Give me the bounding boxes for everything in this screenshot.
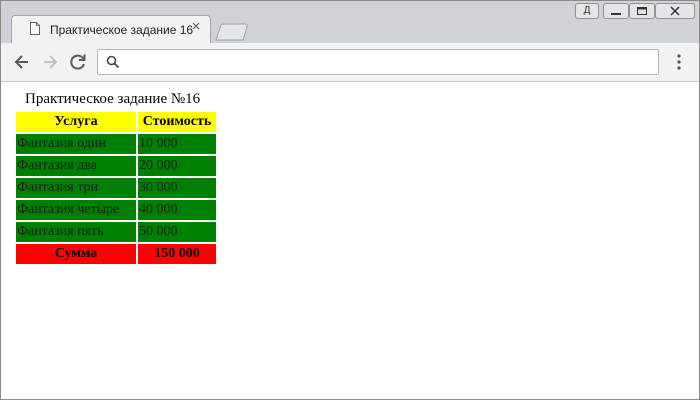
minimize-button[interactable]: [603, 3, 629, 19]
kebab-menu-icon[interactable]: [671, 53, 687, 71]
forward-arrow-icon[interactable]: [39, 51, 61, 73]
tab-title: Практическое задание 16: [50, 23, 194, 37]
cost-cell: 10 000: [138, 134, 216, 154]
price-table: Услуга Стоимость Фантазия один 10 000 Фа…: [14, 110, 218, 266]
address-input[interactable]: [126, 52, 646, 72]
profile-badge: Д: [583, 5, 591, 16]
cost-cell: 50 000: [138, 222, 216, 242]
minimize-icon: [611, 13, 621, 15]
new-tab-button[interactable]: [215, 23, 249, 41]
browser-window: Практическое задание 16 × Д Практическое…: [0, 0, 700, 400]
table-total-row: Сумма 150 000: [16, 244, 216, 264]
service-cell: Фантазия четыре: [16, 200, 136, 220]
maximize-button[interactable]: [629, 3, 655, 19]
table-header-row: Услуга Стоимость: [16, 112, 216, 132]
maximize-icon: [637, 7, 647, 15]
table-row: Фантазия пять 50 000: [16, 222, 216, 242]
table-row: Фантазия три 30 000: [16, 178, 216, 198]
reload-icon[interactable]: [67, 51, 89, 73]
cost-cell: 20 000: [138, 156, 216, 176]
page-icon: [30, 22, 40, 35]
close-icon[interactable]: ×: [188, 19, 204, 35]
table-row: Фантазия четыре 40 000: [16, 200, 216, 220]
service-cell: Фантазия пять: [16, 222, 136, 242]
profile-button[interactable]: Д: [575, 3, 599, 19]
search-icon: [106, 55, 120, 69]
cost-cell: 40 000: [138, 200, 216, 220]
page-content: Практическое задание №16 Услуга Стоимост…: [1, 82, 699, 399]
close-window-button[interactable]: [655, 3, 695, 19]
service-cell: Фантазия три: [16, 178, 136, 198]
tab-strip: Практическое задание 16 × Д: [1, 1, 699, 43]
table-row: Фантазия один 10 000: [16, 134, 216, 154]
back-arrow-icon[interactable]: [11, 51, 33, 73]
cost-cell: 30 000: [138, 178, 216, 198]
address-bar[interactable]: [97, 49, 659, 75]
header-cost: Стоимость: [138, 112, 216, 132]
table-row: Фантазия два 20 000: [16, 156, 216, 176]
total-value: 150 000: [138, 244, 216, 264]
page-heading: Практическое задание №16: [25, 91, 201, 107]
header-service: Услуга: [16, 112, 136, 132]
close-window-icon: [670, 6, 680, 16]
service-cell: Фантазия один: [16, 134, 136, 154]
browser-toolbar: [1, 43, 699, 82]
service-cell: Фантазия два: [16, 156, 136, 176]
tab-active[interactable]: Практическое задание 16 ×: [11, 15, 211, 43]
total-label: Сумма: [16, 244, 136, 264]
